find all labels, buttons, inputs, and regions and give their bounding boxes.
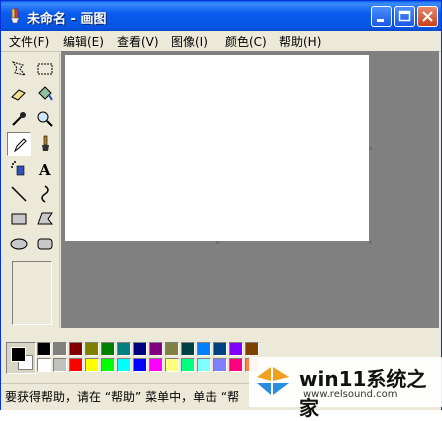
paint-window: 未命名 - 画图 文件(F) 编辑(E) 查看(V) 图像(I) 颜色(C) 帮… [0, 0, 442, 420]
free-select-icon [11, 61, 27, 76]
tool-airbrush[interactable] [7, 157, 31, 181]
resize-handle-corner[interactable] [369, 241, 372, 244]
palette-swatch[interactable] [117, 342, 131, 356]
eraser-icon [11, 89, 26, 101]
tool-polygon[interactable] [33, 207, 57, 231]
menu-view[interactable]: 查看(V) [117, 33, 159, 50]
brush-icon [42, 135, 49, 151]
menu-colors[interactable]: 颜色(C) [225, 33, 267, 50]
tool-line[interactable] [7, 182, 31, 206]
tool-brush[interactable] [33, 132, 57, 156]
paint-app-icon [10, 8, 20, 24]
rect-select-icon [37, 63, 53, 75]
resize-handle-bottom[interactable] [216, 241, 219, 244]
palette-swatch[interactable] [133, 342, 147, 356]
title-bar[interactable]: 未命名 - 画图 [1, 1, 441, 31]
palette-swatch[interactable] [181, 358, 195, 372]
text-icon: A [38, 161, 51, 179]
svg-text:A: A [38, 161, 51, 179]
palette-swatch[interactable] [133, 358, 147, 372]
maximize-button[interactable] [394, 6, 415, 27]
airbrush-icon [11, 161, 25, 176]
foreground-color-swatch[interactable] [11, 347, 26, 362]
palette-swatch[interactable] [37, 342, 51, 356]
pencil-icon [13, 138, 27, 153]
tool-text[interactable]: A [33, 157, 57, 181]
tool-free-select[interactable] [7, 57, 31, 81]
ellipse-icon [10, 238, 28, 250]
tool-fill[interactable] [33, 82, 57, 106]
palette-swatch[interactable] [117, 358, 131, 372]
palette-swatch[interactable] [69, 358, 83, 372]
palette-swatch[interactable] [197, 358, 211, 372]
palette-swatch[interactable] [149, 342, 163, 356]
tool-options-box[interactable] [12, 261, 52, 325]
rectangle-icon [11, 213, 27, 225]
palette-swatch[interactable] [53, 342, 67, 356]
close-icon [422, 11, 433, 22]
palette-swatch[interactable] [85, 358, 99, 372]
magnifier-icon [37, 111, 53, 127]
tool-rounded-rect[interactable] [33, 232, 57, 256]
tool-magnifier[interactable] [33, 107, 57, 131]
palette-swatch[interactable] [229, 358, 243, 372]
palette-swatch[interactable] [213, 342, 227, 356]
tool-color-picker[interactable] [7, 107, 31, 131]
tool-ellipse[interactable] [7, 232, 31, 256]
menu-image[interactable]: 图像(I) [171, 33, 208, 50]
close-button[interactable] [417, 6, 438, 27]
rounded-rect-icon [37, 238, 53, 250]
palette-swatch[interactable] [85, 342, 99, 356]
polygon-icon [37, 212, 54, 225]
tool-pencil[interactable] [7, 132, 31, 156]
window-title: 未命名 - 画图 [27, 12, 107, 27]
tool-eraser[interactable] [7, 82, 31, 106]
tool-curve[interactable] [33, 182, 57, 206]
watermark: win11系统之家 www.relsound.com [249, 357, 442, 420]
tool-rectangle[interactable] [7, 207, 31, 231]
palette-swatch[interactable] [213, 358, 227, 372]
palette-swatch[interactable] [181, 342, 195, 356]
palette-swatch[interactable] [197, 342, 211, 356]
menu-bar: 文件(F) 编辑(E) 查看(V) 图像(I) 颜色(C) 帮助(H) [1, 31, 441, 52]
line-icon [11, 186, 27, 202]
palette-swatch[interactable] [165, 342, 179, 356]
palette-swatch[interactable] [101, 358, 115, 372]
watermark-url: www.relsound.com [303, 389, 398, 400]
palette-swatch[interactable] [245, 342, 259, 356]
tool-rect-select[interactable] [33, 57, 57, 81]
toolbox: A [3, 53, 60, 328]
palette-swatch[interactable] [69, 342, 83, 356]
palette-swatch[interactable] [165, 358, 179, 372]
menu-help[interactable]: 帮助(H) [279, 33, 321, 50]
windows-logo-icon [257, 367, 289, 395]
fill-icon [38, 86, 53, 101]
current-colors [6, 342, 36, 374]
maximize-icon [398, 10, 411, 22]
minimize-button[interactable] [371, 6, 392, 27]
menu-edit[interactable]: 编辑(E) [63, 33, 104, 50]
palette-swatch[interactable] [101, 342, 115, 356]
drawing-canvas[interactable] [65, 55, 369, 241]
palette-swatch[interactable] [229, 342, 243, 356]
minimize-icon [377, 19, 384, 22]
resize-handle-right[interactable] [369, 147, 372, 150]
palette-swatch[interactable] [37, 358, 51, 372]
canvas-workspace [61, 51, 439, 328]
palette-swatch[interactable] [149, 358, 163, 372]
color-picker-icon [12, 112, 26, 126]
curve-icon [41, 185, 49, 203]
menu-file[interactable]: 文件(F) [9, 33, 49, 50]
palette-swatch[interactable] [53, 358, 67, 372]
